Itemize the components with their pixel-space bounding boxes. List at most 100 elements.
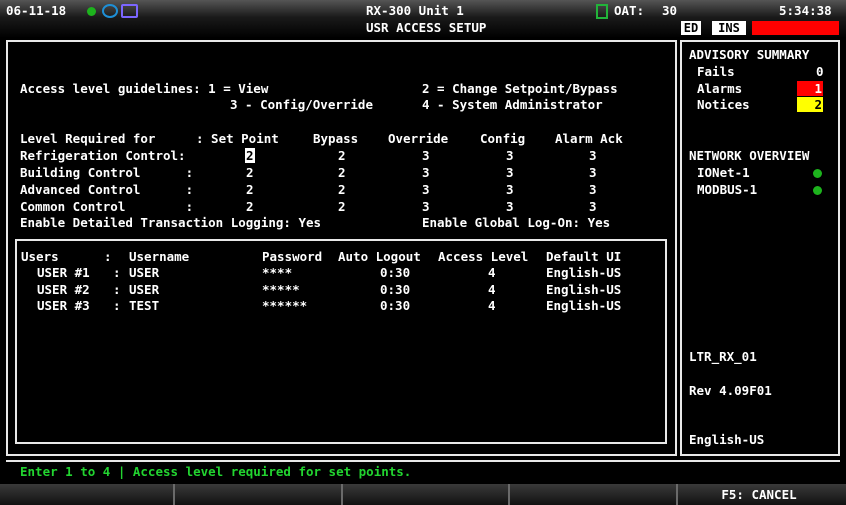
auto-logout-field[interactable]: 0:30 [380,298,410,313]
default-ui-field[interactable]: English-US [546,298,621,313]
insert-mode-indicator: INS [712,21,746,35]
guidelines-line1: Access level guidelines: 1 = View [20,81,269,96]
user-id[interactable]: USER #3 [37,298,90,313]
user-colon: : [113,298,121,313]
users-col-colon: : [104,249,112,264]
title-bar: 06-11-18 RX-300 Unit 1 USR ACCESS SETUP … [0,0,846,38]
network-cloud-icon [102,4,118,18]
network-status-dot-icon [813,186,822,195]
transaction-logging-setting[interactable]: Enable Detailed Transaction Logging: Yes [20,215,321,230]
users-col-default-ui: Default UI [546,249,622,264]
level-header-config: Config [480,131,526,146]
clock-time: 5:34:38 [779,3,832,18]
user-id[interactable]: USER #2 [37,282,90,297]
alarm-ack-level-field[interactable]: 3 [589,148,597,163]
bypass-level-field[interactable]: 2 [338,182,346,197]
level-row-name: Refrigeration Control: [20,148,186,163]
config-level-field[interactable]: 3 [506,182,514,197]
access-level-field[interactable]: 4 [488,298,496,313]
auto-logout-field[interactable]: 0:30 [380,265,410,280]
users-col-users: Users [21,249,59,264]
auto-logout-field[interactable]: 0:30 [380,282,410,297]
global-logon-setting[interactable]: Enable Global Log-On: Yes [422,215,610,230]
guidelines-line2: 3 - Config/Override [230,97,373,112]
network-item-modbus[interactable]: MODBUS-1 [697,182,757,197]
access-level-field[interactable]: 4 [488,282,496,297]
users-col-username: Username [129,249,190,264]
guidelines-line2-right: 4 - System Administrator [422,97,603,112]
advisory-summary-title: ADVISORY SUMMARY [689,47,810,62]
notices-count[interactable]: 2 [797,97,823,112]
user-id[interactable]: USER #1 [37,265,90,280]
users-col-access-level: Access Level [438,249,529,264]
setpoint-level-field[interactable]: 2 [245,148,255,163]
monitor-icon [121,4,138,18]
access-level-field[interactable]: 4 [488,265,496,280]
user-colon: : [113,282,121,297]
status-message: Enter 1 to 4 | Access level required for… [20,464,412,479]
edit-mode-indicator: ED [681,21,701,35]
default-ui-field[interactable]: English-US [546,282,621,297]
password-field[interactable]: ***** [262,282,300,297]
date-readout: 06-11-18 [6,3,67,18]
f4-key[interactable] [510,484,674,505]
bypass-level-field[interactable]: 2 [338,165,346,180]
level-row-name: Building Control : [20,165,194,180]
f3-key[interactable] [343,484,506,505]
config-level-field[interactable]: 3 [506,199,514,214]
network-overview-title: NETWORK OVERVIEW [689,148,810,163]
device-name: LTR_RX_01 [689,349,757,364]
setpoint-level-field[interactable]: 2 [246,182,254,197]
level-row-name: Advanced Control : [20,182,194,197]
fails-count: 0 [816,64,824,79]
override-level-field[interactable]: 3 [422,165,430,180]
network-status-dot-icon [813,169,822,178]
level-header-setpoint: : Set Point [196,131,279,146]
status-dot-icon [87,7,96,16]
alarm-ack-level-field[interactable]: 3 [589,182,597,197]
fails-label: Fails [697,64,735,79]
username-field[interactable]: USER [129,265,159,280]
setpoint-level-field[interactable]: 2 [246,165,254,180]
override-level-field[interactable]: 3 [422,148,430,163]
unit-name: RX-300 Unit 1 [366,3,464,18]
firmware-revision: Rev 4.09F01 [689,383,772,398]
language-indicator: English-US [689,432,765,447]
override-level-field[interactable]: 3 [422,199,430,214]
f5-cancel-key[interactable]: F5: CANCEL [678,484,840,505]
screen-title: USR ACCESS SETUP [366,20,487,35]
oat-value: 30 [662,3,678,18]
level-row-name: Common Control : [20,199,194,214]
bypass-level-field[interactable]: 2 [338,199,346,214]
users-col-password: Password [262,249,323,264]
alarm-ack-level-field[interactable]: 3 [589,199,597,214]
password-field[interactable]: ****** [262,298,307,313]
building-icon [596,4,608,19]
setpoint-level-field[interactable]: 2 [246,199,254,214]
override-level-field[interactable]: 3 [422,182,430,197]
level-header-alarm-ack: Alarm Ack [555,131,623,146]
f2-key[interactable] [175,484,339,505]
level-header-label: Level Required for [20,131,156,146]
username-field[interactable]: USER [129,282,159,297]
default-ui-field[interactable]: English-US [546,265,621,280]
guidelines-line1-right: 2 = Change Setpoint/Bypass [422,81,618,96]
oat-label: OAT: [614,3,645,18]
level-header-bypass: Bypass [313,131,359,146]
alarm-indicator[interactable] [752,21,839,35]
bypass-level-field[interactable]: 2 [338,148,346,163]
alarms-label: Alarms [697,81,743,96]
user-colon: : [113,265,121,280]
username-field[interactable]: TEST [129,298,159,313]
config-level-field[interactable]: 3 [506,148,514,163]
network-item-ionet[interactable]: IONet-1 [697,165,750,180]
password-field[interactable]: **** [262,265,292,280]
users-col-auto-logout: Auto Logout [338,249,421,264]
config-level-field[interactable]: 3 [506,165,514,180]
alarms-count[interactable]: 1 [797,81,823,96]
f1-key[interactable] [6,484,171,505]
level-header-override: Override [388,131,449,146]
notices-label: Notices [697,97,750,112]
alarm-ack-level-field[interactable]: 3 [589,165,597,180]
status-divider [6,460,840,462]
